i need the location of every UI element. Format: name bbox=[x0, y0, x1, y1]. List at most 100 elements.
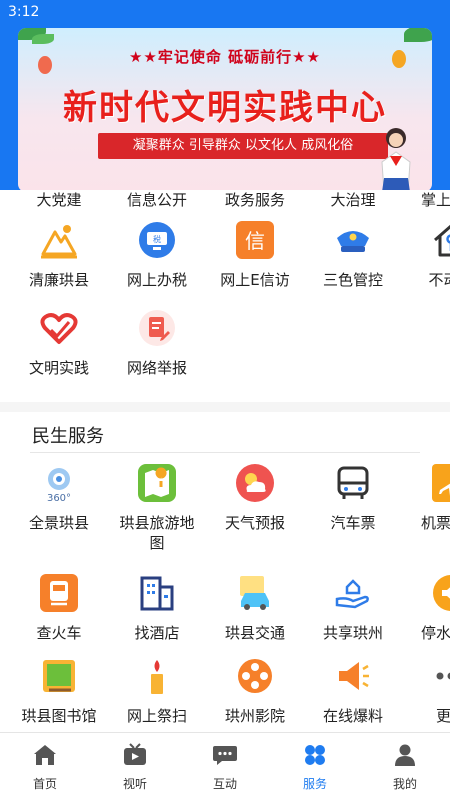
grid-item-label: 三色管控 bbox=[322, 271, 383, 289]
plane-icon bbox=[431, 463, 450, 503]
grid-item-label: 珙县图书馆 bbox=[21, 707, 97, 725]
grid-item-three-color[interactable]: 三色管控 bbox=[314, 220, 392, 290]
grid-item-cinema[interactable]: 珙州影院 bbox=[216, 656, 294, 726]
tax-monitor-icon: 税 bbox=[137, 220, 177, 260]
partial-icon-row: 大党建 信息公开 政务服务 大治理 掌上阳光 bbox=[0, 190, 450, 210]
grid-item-real-estate[interactable]: 不动产 bbox=[412, 220, 450, 290]
grid-item-library[interactable]: 珙县图书馆 bbox=[20, 656, 98, 726]
grid-item-online-tip[interactable]: 在线爆料 bbox=[314, 656, 392, 726]
train-icon bbox=[39, 573, 79, 613]
svg-text:税: 税 bbox=[153, 234, 161, 244]
svg-text:360°: 360° bbox=[47, 493, 71, 503]
bus-icon bbox=[333, 463, 373, 503]
tab-label: 服务 bbox=[302, 777, 327, 791]
grid-item-label: 更多 bbox=[435, 707, 450, 725]
chat-icon bbox=[213, 746, 237, 765]
grid-item-label: 机票查询 bbox=[420, 514, 450, 532]
girl-illustration bbox=[381, 128, 411, 192]
grid-item-panorama[interactable]: 360° 全景珙县 bbox=[20, 463, 98, 553]
grid-item-net-report[interactable]: 网络举报 bbox=[118, 308, 196, 378]
grid-item-label: 查火车 bbox=[36, 624, 82, 642]
grid-item-sunshine[interactable]: 掌上阳光 bbox=[412, 190, 450, 210]
grid-item-label: 停水公告 bbox=[420, 624, 450, 642]
grid-item-water-notice[interactable]: 停水公告 bbox=[412, 573, 450, 643]
grid-item-label: 汽车票 bbox=[330, 514, 376, 532]
grid-item-flight[interactable]: 机票查询 bbox=[412, 463, 450, 553]
megaphone-icon bbox=[333, 656, 373, 696]
section-title: 民生服务 bbox=[32, 426, 104, 447]
grid-item-memorial[interactable]: 网上祭扫 bbox=[118, 656, 196, 726]
service-content: 大党建 信息公开 政务服务 大治理 掌上阳光 清廉珙县 税 网上办税 信 网上E… bbox=[0, 190, 450, 732]
tab-mine[interactable]: 我的 bbox=[360, 733, 450, 800]
grid-item-label: 共享珙州 bbox=[322, 624, 383, 642]
tab-label: 我的 bbox=[392, 777, 417, 791]
bottom-tab-bar: 首页 视听 互动 服务 我的 bbox=[0, 732, 450, 800]
grid-item-label: 天气预报 bbox=[224, 514, 285, 532]
grid-item-bus-ticket[interactable]: 汽车票 bbox=[314, 463, 392, 553]
grid-item-label: 网络举报 bbox=[126, 359, 187, 377]
grid-item-share[interactable]: 共享珙州 bbox=[314, 573, 392, 643]
tab-label: 视听 bbox=[122, 777, 147, 791]
grid-item-clean-county[interactable]: 清廉珙县 bbox=[20, 220, 98, 290]
tab-home[interactable]: 首页 bbox=[0, 733, 90, 800]
grid-item-traffic[interactable]: 珙县交通 bbox=[216, 573, 294, 643]
grid-item-gov-service[interactable]: 政务服务 bbox=[216, 190, 294, 210]
status-time: 3:12 bbox=[8, 4, 40, 20]
icon-row: 清廉珙县 税 网上办税 信 网上E信访 三色管控 不动产 bbox=[0, 220, 450, 290]
banner[interactable]: ★★牢记使命 砥砺前行★★ 新时代文明实践中心 凝聚群众 引导群众 以文化人 成… bbox=[18, 28, 432, 192]
grid-item-more[interactable]: 更多 bbox=[412, 656, 450, 726]
grid-item-label: 大治理 bbox=[330, 191, 376, 209]
grid-item-label: 珙县旅游地图 bbox=[119, 514, 195, 552]
grid-item-label: 找酒店 bbox=[134, 624, 180, 642]
grid-icon bbox=[305, 745, 325, 765]
grid-item-label: 全景珙县 bbox=[28, 514, 89, 532]
grid-item-e-petition[interactable]: 信 网上E信访 bbox=[216, 220, 294, 290]
grid-item-label: 网上办税 bbox=[126, 271, 187, 289]
icon-row: 珙县图书馆 网上祭扫 珙州影院 在线爆料 更多 bbox=[0, 656, 450, 726]
grid-item-info-public[interactable]: 信息公开 bbox=[118, 190, 196, 210]
user-icon bbox=[395, 744, 415, 766]
panorama-360-icon: 360° bbox=[39, 463, 79, 503]
banner-slogan: ★★牢记使命 砥砺前行★★ bbox=[128, 48, 321, 66]
letter-icon: 信 bbox=[235, 220, 275, 260]
grid-item-label: 在线爆料 bbox=[322, 707, 383, 725]
divider bbox=[30, 452, 420, 453]
grid-item-label: 大党建 bbox=[36, 191, 82, 209]
grid-item-online-tax[interactable]: 税 网上办税 bbox=[118, 220, 196, 290]
tab-label: 互动 bbox=[212, 777, 237, 791]
grid-item-label: 珙州影院 bbox=[224, 707, 285, 725]
grid-item-hotel[interactable]: 找酒店 bbox=[118, 573, 196, 643]
grid-item-label: 不动产 bbox=[428, 271, 450, 289]
grid-item-label: 网上E信访 bbox=[220, 271, 290, 289]
status-bar: 3:12 bbox=[0, 0, 450, 26]
heart-hand-icon bbox=[39, 308, 79, 348]
tab-services[interactable]: 服务 bbox=[270, 733, 360, 800]
tab-av[interactable]: 视听 bbox=[90, 733, 180, 800]
weather-icon bbox=[235, 463, 275, 503]
share-hand-icon bbox=[333, 573, 373, 613]
more-dots-icon bbox=[431, 656, 450, 696]
grid-item-tour-map[interactable]: 珙县旅游地图 bbox=[118, 463, 196, 553]
tab-interact[interactable]: 互动 bbox=[180, 733, 270, 800]
candle-icon bbox=[137, 656, 177, 696]
grid-item-label: 信息公开 bbox=[126, 191, 187, 209]
film-reel-icon bbox=[235, 656, 275, 696]
grid-item-label: 掌上阳光 bbox=[420, 191, 450, 209]
grid-item-governance[interactable]: 大治理 bbox=[314, 190, 392, 210]
grid-item-label: 清廉珙县 bbox=[28, 271, 89, 289]
house-key-icon bbox=[431, 220, 450, 260]
grid-item-party-building[interactable]: 大党建 bbox=[20, 190, 98, 210]
grid-item-weather[interactable]: 天气预报 bbox=[216, 463, 294, 553]
leaf-decoration bbox=[404, 28, 432, 42]
grid-item-label: 文明实践 bbox=[28, 359, 89, 377]
grid-item-label: 政务服务 bbox=[224, 191, 285, 209]
map-icon bbox=[137, 463, 177, 503]
grid-item-civilization[interactable]: 文明实践 bbox=[20, 308, 98, 378]
tab-label: 首页 bbox=[32, 777, 57, 791]
icon-row: 文明实践 网络举报 bbox=[0, 308, 450, 378]
grid-item-train[interactable]: 查火车 bbox=[20, 573, 98, 643]
speaker-icon bbox=[431, 573, 450, 613]
svg-text:信: 信 bbox=[245, 229, 265, 253]
leaf-decoration bbox=[32, 34, 54, 44]
hotel-icon bbox=[137, 573, 177, 613]
